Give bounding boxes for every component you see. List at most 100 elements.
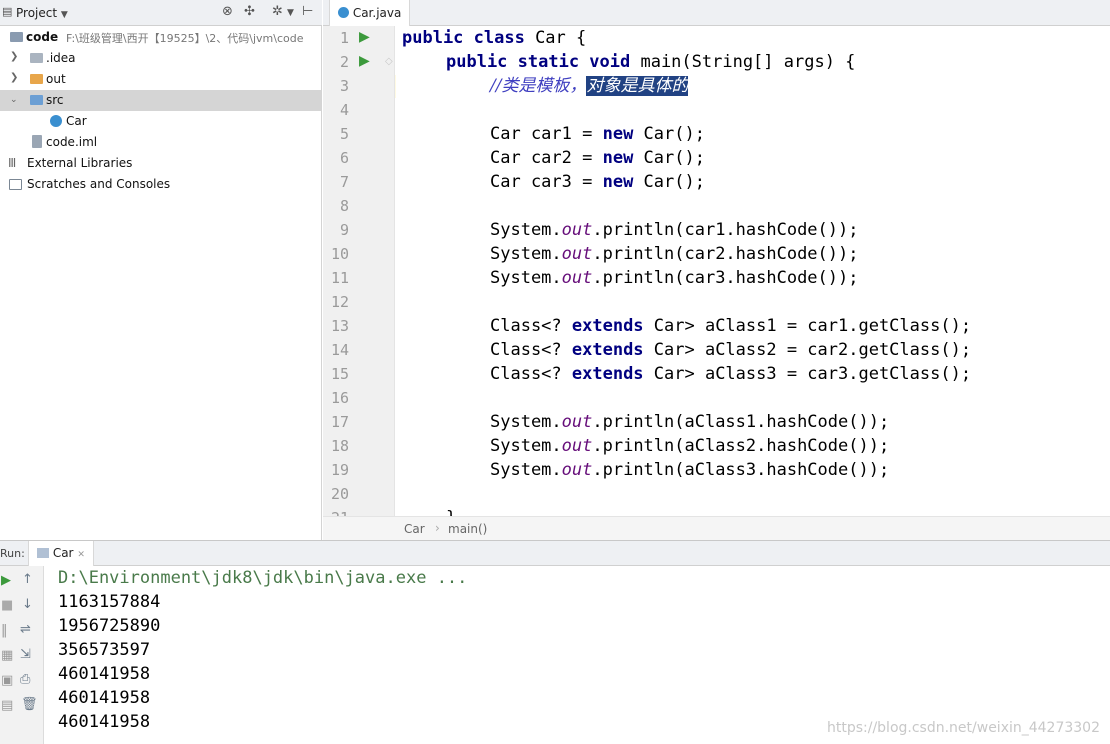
code-line-19: System.out.println(aClass3.hashCode()); <box>490 458 889 482</box>
chevron-right-icon: › <box>435 521 440 535</box>
arrow-up-icon[interactable]: ↑ <box>22 572 33 587</box>
code-text: Class<? <box>490 364 572 384</box>
code-text: .println(car1.hashCode()); <box>592 220 859 240</box>
static-field: out <box>561 244 593 264</box>
gear-dropdown-icon[interactable]: ▼ <box>287 8 294 18</box>
chevron-right-icon[interactable]: ❯ <box>10 72 18 83</box>
run-class-icon[interactable]: ▶ <box>359 29 370 45</box>
folder-icon <box>30 53 43 63</box>
chevron-down-icon[interactable]: ⌄ <box>10 95 18 105</box>
layout-icon[interactable]: ▤ <box>1 698 13 713</box>
console-output-line: 1956725890 <box>58 616 161 636</box>
static-field: out <box>561 412 593 432</box>
scroll-to-end-icon[interactable]: ⇲ <box>20 647 31 662</box>
line-number: 19 <box>330 461 349 479</box>
tree-item-label: .idea <box>46 51 76 65</box>
editor-tab-bar: Car.java <box>323 0 1110 26</box>
console-output-line: 356573597 <box>58 640 151 660</box>
selected-comment: 对象是具体的 <box>586 76 689 96</box>
run-panel-header: Run: Car ✕ <box>0 541 1110 566</box>
code-text: .println(aClass3.hashCode()); <box>592 460 890 480</box>
line-number: 15 <box>330 365 349 383</box>
hide-panel-icon[interactable]: ⊢ <box>302 4 313 19</box>
soft-wrap-icon[interactable]: ⇌ <box>20 622 31 637</box>
tree-item-car[interactable]: Car <box>0 111 321 132</box>
tree-item-label: src <box>46 93 64 107</box>
keyword: extends <box>571 364 644 384</box>
code-text: System. <box>490 436 562 456</box>
close-icon[interactable]: ✕ <box>77 550 85 560</box>
gear-icon[interactable]: ✲ <box>272 4 283 19</box>
line-number: 1 <box>339 29 349 47</box>
code-line-7: Car car3 = new Car(); <box>490 170 705 194</box>
line-number: 3 <box>339 77 349 95</box>
trash-icon[interactable]: 🗑 <box>21 697 38 712</box>
code-text: Class<? <box>490 340 572 360</box>
tab-label: Car.java <box>352 6 402 20</box>
code-line-2: public static void main(String[] args) { <box>446 50 855 74</box>
run-tab-label: Car <box>52 546 74 560</box>
editor-gutter: 1 2 3 4 5 6 7 8 9 10 11 12 13 14 15 16 1… <box>323 26 421 527</box>
code-line-10: System.out.println(car2.hashCode()); <box>490 242 858 266</box>
code-text: Car(); <box>633 172 705 192</box>
tab-car-java[interactable]: Car.java <box>329 0 411 26</box>
tree-item-label: code <box>26 30 59 44</box>
breadcrumb-item-main[interactable]: main() <box>448 522 487 536</box>
tree-item-code-iml[interactable]: code.iml <box>0 132 321 153</box>
settings-icon[interactable]: ▣ <box>1 673 13 688</box>
tree-item-code[interactable]: code F:\班级管理\西开【19525】\2、代码\jvm\code <box>0 27 321 48</box>
rerun-icon[interactable]: ▶ <box>1 573 11 588</box>
code-text: Car> aClass1 = car1.getClass(); <box>643 316 972 336</box>
tree-item-out[interactable]: ❯ out <box>0 69 321 90</box>
arrow-down-icon[interactable]: ↓ <box>22 597 33 612</box>
tree-item-external-libraries[interactable]: Ⅲ External Libraries <box>0 153 321 174</box>
code-line-15: Class<? extends Car> aClass3 = car3.getC… <box>490 362 971 386</box>
tree-item-scratches[interactable]: Scratches and Consoles <box>0 174 321 195</box>
line-number: 8 <box>339 197 349 215</box>
project-view-icon: ▤ <box>2 5 13 18</box>
tree-item-idea[interactable]: ❯ .idea <box>0 48 321 69</box>
line-number: 7 <box>339 173 349 191</box>
console-output-line: 460141958 <box>58 688 151 708</box>
tree-item-src[interactable]: ⌄ src <box>0 90 321 111</box>
keyword: extends <box>571 340 644 360</box>
run-tab-car[interactable]: Car ✕ <box>28 541 94 566</box>
collapse-all-icon[interactable]: ⊗ <box>222 4 233 19</box>
code-text: Car> aClass2 = car2.getClass(); <box>643 340 972 360</box>
stop-icon[interactable]: ■ <box>1 598 13 613</box>
code-editor[interactable]: public class Car { public static void ma… <box>396 26 1110 516</box>
library-icon: Ⅲ <box>8 156 17 170</box>
project-view-selector[interactable]: Project ▼ <box>16 6 68 20</box>
code-line-1: public class Car { <box>402 26 586 50</box>
line-number: 10 <box>330 245 349 263</box>
dump-threads-icon[interactable]: ▦ <box>1 648 13 663</box>
fold-icon[interactable]: ◇ <box>385 56 393 67</box>
line-number: 2 <box>339 53 349 71</box>
project-title: Project <box>16 6 58 20</box>
run-label: Run: <box>0 547 25 560</box>
scroll-from-source-icon[interactable]: ✣ <box>244 4 255 19</box>
chevron-right-icon[interactable]: ❯ <box>10 51 18 62</box>
code-line-18: System.out.println(aClass2.hashCode()); <box>490 434 889 458</box>
tree-item-label: Car <box>66 114 87 128</box>
run-main-icon[interactable]: ▶ <box>359 53 370 69</box>
code-line-6: Car car2 = new Car(); <box>490 146 705 170</box>
line-number: 20 <box>330 485 349 503</box>
keyword: public static void <box>446 52 631 72</box>
keyword: new <box>602 148 634 168</box>
static-field: out <box>561 268 593 288</box>
code-line-13: Class<? extends Car> aClass1 = car1.getC… <box>490 314 971 338</box>
breadcrumb-item-car[interactable]: Car <box>404 522 425 536</box>
line-number: 12 <box>330 293 349 311</box>
code-line-3: //类是模板，对象是具体的 <box>490 74 689 98</box>
line-number: 17 <box>330 413 349 431</box>
pause-icon[interactable]: ‖ <box>1 623 8 638</box>
print-icon[interactable]: ⎙ <box>20 672 30 687</box>
static-field: out <box>561 220 593 240</box>
tree-item-label: External Libraries <box>27 156 133 170</box>
code-line-11: System.out.println(car3.hashCode()); <box>490 266 858 290</box>
static-field: out <box>561 436 593 456</box>
code-text: Car { <box>524 28 587 48</box>
line-number: 4 <box>339 101 349 119</box>
run-toolbar: ▶ ↑ ■ ↓ ‖ ⇌ ▦ ⇲ ▣ ⎙ ▤ 🗑 <box>0 566 44 744</box>
